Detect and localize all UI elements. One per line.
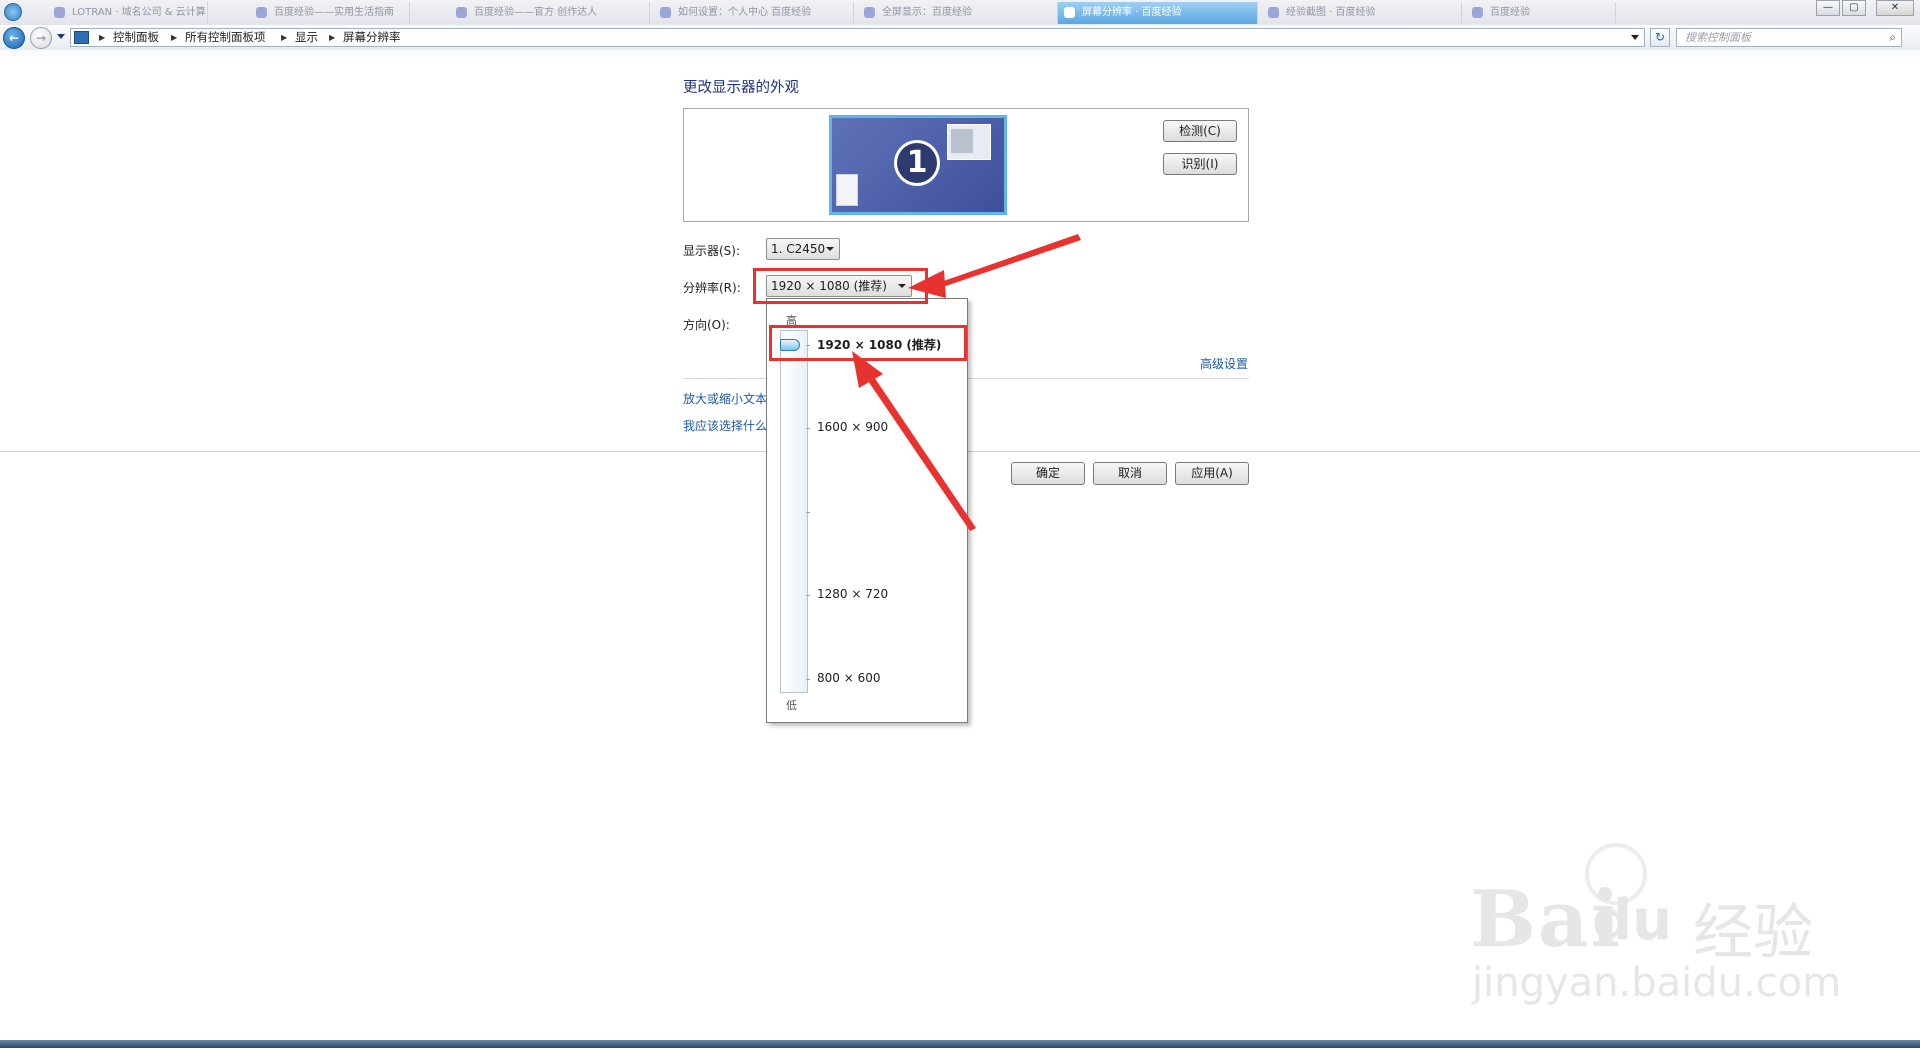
annotation-arrow-shaft bbox=[935, 234, 1081, 289]
annotation-arrow-shaft bbox=[866, 374, 976, 531]
watermark-cn: 经验 bbox=[1693, 898, 1813, 968]
annotation-arrow-head bbox=[852, 351, 883, 388]
watermark-brand-du: du bbox=[1592, 888, 1672, 953]
taskbar[interactable] bbox=[0, 1040, 1920, 1048]
annotation-arrow-head bbox=[908, 270, 946, 298]
watermark-url: jingyan.baidu.com bbox=[1472, 960, 1842, 1006]
